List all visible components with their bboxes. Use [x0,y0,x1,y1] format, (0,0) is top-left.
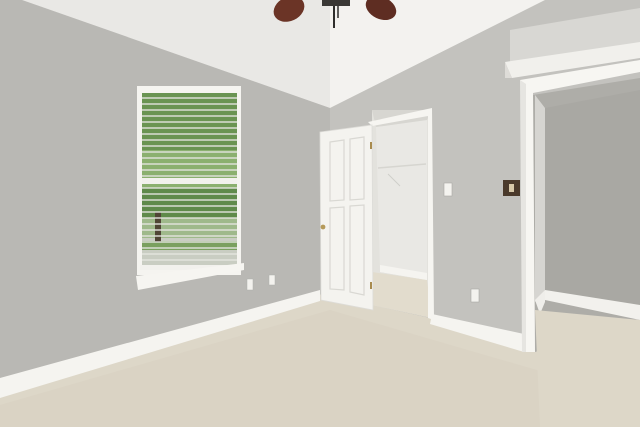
light-switch[interactable] [443,182,453,197]
walk-in-closet [372,110,432,318]
window-with-blinds [136,86,244,290]
doorway-to-hall[interactable] [533,78,640,427]
wall-outlet [268,274,276,286]
door-knob[interactable] [320,224,326,230]
wall-outlet [470,288,480,303]
closet-door[interactable] [319,124,374,311]
wall-outlet [246,278,254,291]
dimmer-switch[interactable] [503,180,520,196]
bedroom-scene [0,0,640,427]
